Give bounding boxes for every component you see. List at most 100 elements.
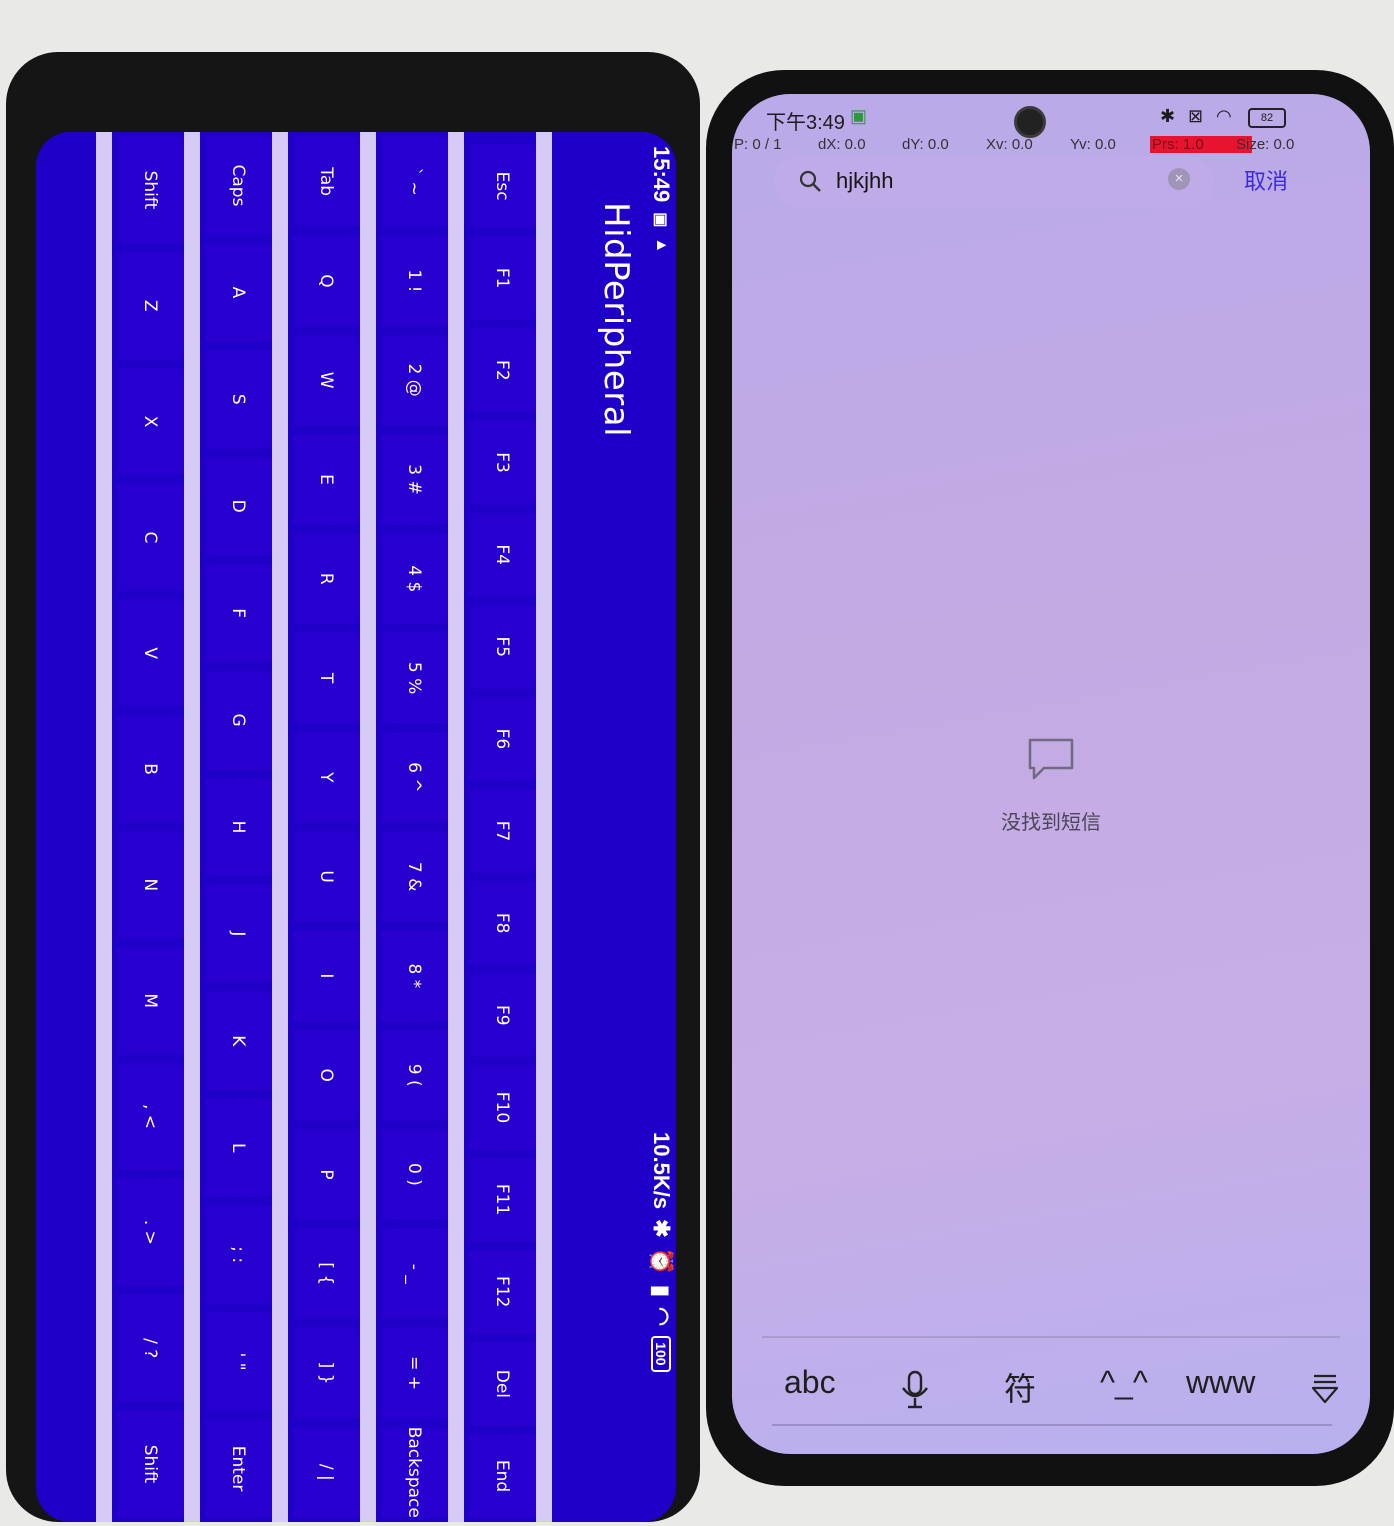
keyboard-key[interactable]: / | [293, 1426, 360, 1518]
keyboard-key[interactable]: F3 [469, 420, 536, 505]
keyboard-key[interactable]: U [293, 830, 360, 923]
keyboard-key[interactable]: Del [469, 1341, 536, 1426]
keyboard-key[interactable]: F4 [469, 512, 536, 597]
app-title: HidPeripheral [596, 202, 636, 438]
cancel-button[interactable]: 取消 [1244, 164, 1288, 196]
keyboard-key[interactable]: = + [381, 1327, 448, 1419]
debug-size: Size: 0.0 [1236, 136, 1295, 153]
keyboard-key[interactable]: 7 & [381, 830, 448, 923]
keyboard-key[interactable]: 5 % [381, 632, 448, 724]
keyboard-key[interactable]: F9 [469, 973, 536, 1058]
keyboard-key[interactable]: F6 [469, 696, 536, 781]
hide-keyboard-icon[interactable] [1310, 1372, 1340, 1406]
keyboard-key[interactable]: N [117, 830, 184, 939]
keyboard-key[interactable]: Z [117, 251, 184, 360]
clear-icon[interactable]: × [1168, 168, 1190, 190]
microphone-icon[interactable] [900, 1370, 930, 1410]
keyboard-key[interactable]: 8 * [381, 930, 448, 1022]
keyboard-key[interactable]: W [293, 334, 360, 426]
keyboard-key[interactable]: X [117, 367, 184, 476]
keyboard-key[interactable]: 2 @ [381, 334, 448, 426]
keyboard-key[interactable]: End [469, 1433, 536, 1519]
keyboard-key[interactable]: 6 ^ [381, 731, 448, 823]
keyboard-key[interactable]: F1 [469, 236, 536, 321]
message-empty-icon [1028, 738, 1074, 780]
keyboard-key[interactable]: G [205, 670, 272, 770]
signal-icon: ▮ [649, 1284, 674, 1298]
keyboard-key[interactable]: F5 [469, 604, 536, 689]
ime-www-button[interactable]: www [1186, 1364, 1255, 1401]
keyboard-key[interactable]: C [117, 483, 184, 592]
keyboard-key[interactable]: ' " [205, 1312, 272, 1412]
ime-emoticon-button[interactable]: ^_^ [1100, 1364, 1148, 1401]
keyboard-key[interactable]: Q [293, 235, 360, 327]
left-status-time: 15:49 ▣ ▲ [648, 146, 674, 253]
notification-icon: ▣ [850, 106, 868, 126]
ime-symbols-button[interactable]: 符 [1004, 1364, 1036, 1410]
keyboard-key[interactable]: [ { [293, 1228, 360, 1320]
keyboard-key[interactable]: I [293, 930, 360, 1022]
keyboard-key[interactable]: F [205, 563, 272, 663]
keyboard-key[interactable]: F8 [469, 881, 536, 966]
right-phone-screen: 下午3:49 ▣ ✱ ⊠ ◠ 82 P: 0 / 1 dX: 0.0 dY: 0… [732, 94, 1370, 1454]
search-input[interactable]: hjkjhh × [774, 156, 1214, 208]
keyboard-key[interactable]: ; : [205, 1205, 272, 1305]
keyboard-key[interactable]: O [293, 1029, 360, 1121]
keyboard-key[interactable]: P [293, 1128, 360, 1221]
keyboard-key[interactable]: F12 [469, 1249, 536, 1334]
debug-dx: dX: 0.0 [818, 136, 866, 153]
keyboard-key[interactable]: F2 [469, 328, 536, 413]
keyboard-key[interactable]: Shift [117, 136, 184, 244]
keyboard-divider [762, 1336, 1340, 1338]
alert-icon: ▲ [653, 237, 670, 254]
keyboard-key[interactable]: , < [117, 1062, 184, 1171]
keyboard-key[interactable]: Shift [117, 1410, 184, 1518]
keyboard-key[interactable]: M [117, 946, 184, 1055]
keyboard-key[interactable]: E [293, 433, 360, 526]
keyboard-key[interactable]: 1 ! [381, 235, 448, 327]
search-text[interactable]: hjkjhh [836, 168, 893, 194]
keyboard-key[interactable]: / ? [117, 1294, 184, 1403]
keyboard-key[interactable]: 4 $ [381, 533, 448, 625]
keyboard-key[interactable]: R [293, 533, 360, 625]
keyboard-key[interactable]: Backspace [381, 1426, 448, 1518]
keyboard-key[interactable]: Tab [293, 136, 360, 228]
keyboard-key[interactable]: J [205, 884, 272, 984]
keyboard-key[interactable]: . > [117, 1178, 184, 1287]
keyboard-row: Esc F1 F2 F3 F4 F5 F6 F7 F8 F9 F10 F11 F12 Del End [469, 140, 536, 1522]
ime-abc-button[interactable]: abc [784, 1364, 836, 1401]
keyboard-key[interactable]: 9 ( [381, 1029, 448, 1121]
keyboard-rows: Esc F1 F2 F3 F4 F5 F6 F7 F8 F9 F10 F11 F12 Del End ` ~ 1… [96, 132, 536, 1522]
keyboard-key[interactable]: F7 [469, 788, 536, 874]
keyboard-key[interactable]: L [205, 1098, 272, 1198]
bluetooth-icon: ✱ [1160, 106, 1176, 126]
keyboard-key[interactable]: D [205, 456, 272, 556]
keyboard-key[interactable]: A [205, 242, 272, 342]
keyboard-key[interactable]: F11 [469, 1157, 536, 1242]
keyboard-key[interactable]: B [117, 715, 184, 823]
keyboard-key[interactable]: Esc [469, 144, 536, 229]
left-phone-screen: 15:49 ▣ ▲ 10.5K/s ✱ ⏰ ▮ ◠ 100 HidPeriphe… [36, 132, 676, 1522]
row-divider [536, 132, 552, 1522]
keyboard-key[interactable]: S [205, 349, 272, 449]
empty-state-text: 没找到短信 [1001, 812, 1101, 834]
keyboard-key[interactable]: Enter [205, 1419, 272, 1518]
keyboard-key[interactable]: 0 ) [381, 1128, 448, 1221]
keyboard-row: Shift Z X C V B N M , < . > / ? Shift [117, 132, 184, 1522]
battery-icon: 100 [651, 1336, 671, 1372]
keyboard-key[interactable]: F10 [469, 1065, 536, 1150]
keyboard-key[interactable]: T [293, 632, 360, 724]
keyboard-key[interactable]: - _ [381, 1228, 448, 1320]
bluetooth-icon: ✱ [649, 1219, 674, 1238]
keyboard-key[interactable]: K [205, 991, 272, 1091]
keyboard-key[interactable]: Y [293, 731, 360, 823]
net-speed-text: 10.5K/s [649, 1132, 674, 1210]
keyboard-key[interactable]: 3 # [381, 433, 448, 526]
keyboard-key[interactable]: H [205, 777, 272, 877]
keyboard-key[interactable]: ] } [293, 1327, 360, 1419]
keyboard-key[interactable]: ` ~ [381, 136, 448, 228]
keyboard-key[interactable]: V [117, 599, 184, 708]
keyboard-key[interactable]: Caps [205, 136, 272, 235]
wifi-icon: ◠ [649, 1307, 674, 1327]
bottom-divider [772, 1424, 1332, 1426]
